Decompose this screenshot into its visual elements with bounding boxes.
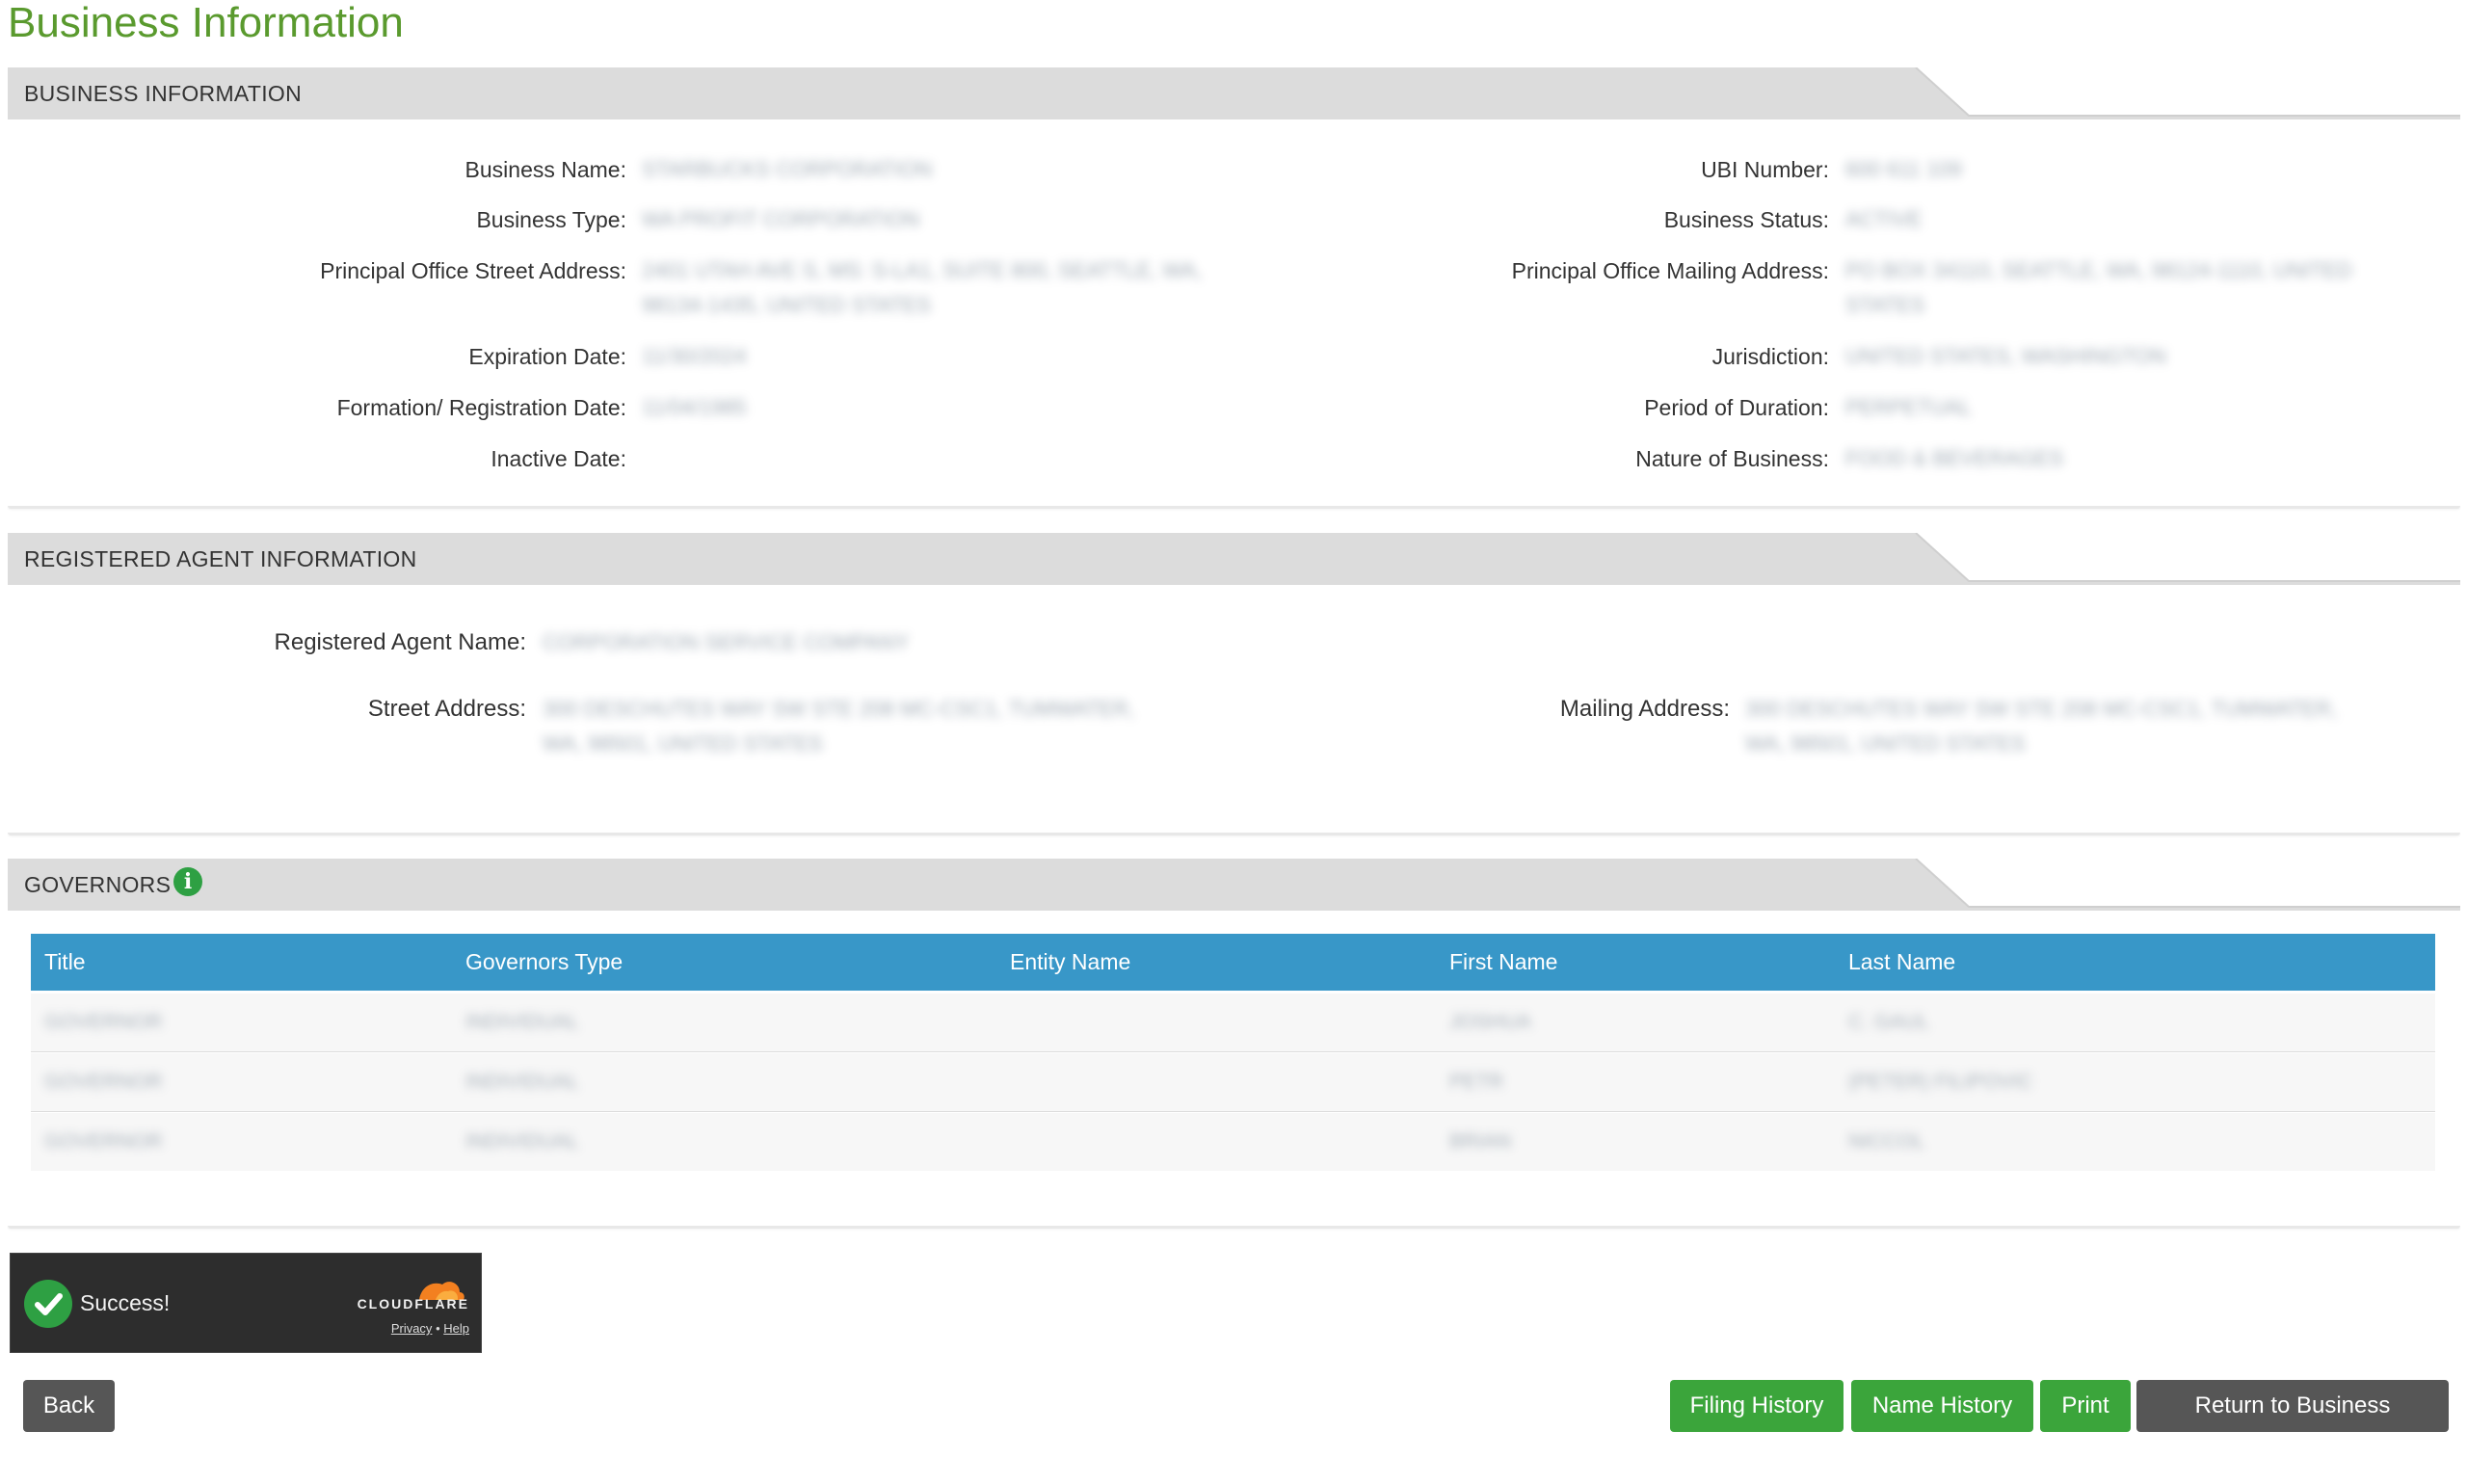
principal-office-street-label: Principal Office Street Address: bbox=[320, 258, 626, 283]
cell-governors-type: INDIVIDUAL bbox=[465, 1130, 579, 1153]
section-header-tab-shape bbox=[8, 859, 2460, 911]
registered-agent-title: REGISTERED AGENT INFORMATION bbox=[24, 546, 417, 571]
table-row: GOVERNOR INDIVIDUAL JOSHUA C. GAUL bbox=[31, 994, 2435, 1052]
cell-first-name: JOSHUA bbox=[1449, 1011, 1532, 1033]
mailing-address-value: 300 DESCHUTES WAY SW STE 208 MC-CSC1, TU… bbox=[1745, 697, 2338, 755]
jurisdiction-label: Jurisdiction: bbox=[1711, 344, 1829, 369]
back-button[interactable]: Back bbox=[23, 1380, 115, 1432]
cloudflare-links: Privacy • Help bbox=[391, 1321, 469, 1336]
cloudflare-status: Success! bbox=[80, 1290, 171, 1315]
expiration-date-value: 11/30/2024 bbox=[642, 344, 747, 368]
formation-date-label: Formation/ Registration Date: bbox=[336, 395, 626, 420]
street-address-label: Street Address: bbox=[367, 696, 526, 722]
privacy-link[interactable]: Privacy bbox=[391, 1321, 433, 1336]
business-info-divider bbox=[8, 506, 2460, 509]
cloudflare-turnstile-widget: Success! CLOUDFLARE Privacy • Help bbox=[10, 1253, 482, 1353]
section-header-tab-shape bbox=[8, 67, 2460, 119]
business-type-value: WA PROFIT CORPORATION bbox=[642, 207, 920, 231]
page-title: Business Information bbox=[8, 0, 404, 46]
business-status-label: Business Status: bbox=[1663, 207, 1829, 232]
agent-name-value: CORPORATION SERVICE COMPANY bbox=[543, 630, 910, 654]
cell-title: GOVERNOR bbox=[44, 1130, 163, 1153]
business-name-value: STARBUCKS CORPORATION bbox=[642, 157, 933, 181]
agent-name-label: Registered Agent Name: bbox=[274, 629, 526, 655]
registered-agent-header: REGISTERED AGENT INFORMATION bbox=[8, 533, 2460, 585]
nature-of-business-value: FOOD & BEVERAGES bbox=[1845, 446, 2064, 470]
business-info-header: BUSINESS INFORMATION bbox=[8, 67, 2460, 119]
success-check-icon bbox=[24, 1280, 72, 1328]
principal-office-mailing-label: Principal Office Mailing Address: bbox=[1511, 258, 1829, 283]
filing-history-button[interactable]: Filing History bbox=[1670, 1380, 1844, 1432]
business-name-label: Business Name: bbox=[464, 157, 626, 182]
cell-last-name: (PETER) FILIPOVIC bbox=[1848, 1071, 2033, 1093]
period-of-duration-value: PERPETUAL bbox=[1845, 395, 1972, 419]
name-history-button[interactable]: Name History bbox=[1851, 1380, 2033, 1432]
link-separator: • bbox=[436, 1321, 440, 1336]
info-icon[interactable]: i bbox=[173, 867, 202, 896]
mailing-address-label: Mailing Address: bbox=[1559, 696, 1730, 722]
table-row: GOVERNOR INDIVIDUAL PETR (PETER) FILIPOV… bbox=[31, 1053, 2435, 1112]
governors-title: GOVERNORS bbox=[24, 872, 172, 897]
governors-divider bbox=[8, 1226, 2460, 1229]
cloudflare-brand: CLOUDFLARE bbox=[357, 1296, 469, 1312]
ubi-number-label: UBI Number: bbox=[1701, 157, 1829, 182]
formation-date-value: 11/04/1985 bbox=[642, 395, 747, 419]
column-entity-name[interactable]: Entity Name bbox=[1010, 934, 1130, 991]
cell-title: GOVERNOR bbox=[44, 1011, 163, 1033]
column-governors-type[interactable]: Governors Type bbox=[465, 934, 623, 991]
jurisdiction-value: UNITED STATES, WASHINGTON bbox=[1845, 344, 2166, 368]
governors-table-header: Title Governors Type Entity Name First N… bbox=[31, 934, 2435, 991]
cell-governors-type: INDIVIDUAL bbox=[465, 1011, 579, 1033]
expiration-date-label: Expiration Date: bbox=[468, 344, 626, 369]
principal-office-mailing-value: PO BOX 34110, SEATTLE, WA, 98124-1110, U… bbox=[1845, 258, 2352, 317]
cell-first-name: PETR bbox=[1449, 1071, 1504, 1093]
nature-of-business-label: Nature of Business: bbox=[1635, 446, 1829, 471]
help-link[interactable]: Help bbox=[443, 1321, 469, 1336]
period-of-duration-label: Period of Duration: bbox=[1644, 395, 1829, 420]
business-status-value: ACTIVE bbox=[1845, 207, 1923, 231]
cell-title: GOVERNOR bbox=[44, 1071, 163, 1093]
cell-governors-type: INDIVIDUAL bbox=[465, 1071, 579, 1093]
column-last-name[interactable]: Last Name bbox=[1848, 934, 1955, 991]
column-first-name[interactable]: First Name bbox=[1449, 934, 1557, 991]
inactive-date-label: Inactive Date: bbox=[491, 446, 626, 471]
business-type-label: Business Type: bbox=[476, 207, 626, 232]
cell-last-name: C. GAUL bbox=[1848, 1011, 1930, 1033]
governors-header: GOVERNORS bbox=[8, 859, 2460, 911]
column-title[interactable]: Title bbox=[44, 934, 86, 991]
principal-office-street-value: 2401 UTAH AVE S, MS: S-LA1, SUITE 800, S… bbox=[642, 258, 1203, 317]
ubi-number-value: 600 611 109 bbox=[1845, 157, 1962, 181]
print-button[interactable]: Print bbox=[2040, 1380, 2131, 1432]
table-row: GOVERNOR INDIVIDUAL BRIAN NICCOL bbox=[31, 1113, 2435, 1171]
cell-first-name: BRIAN bbox=[1449, 1130, 1512, 1153]
street-address-value: 300 DESCHUTES WAY SW STE 208 MC-CSC1, TU… bbox=[543, 697, 1135, 755]
return-to-business-search-button[interactable]: Return to Business Search bbox=[2136, 1380, 2449, 1471]
registered-agent-divider bbox=[8, 833, 2460, 835]
cell-last-name: NICCOL bbox=[1848, 1130, 1925, 1153]
business-info-title: BUSINESS INFORMATION bbox=[24, 81, 302, 106]
